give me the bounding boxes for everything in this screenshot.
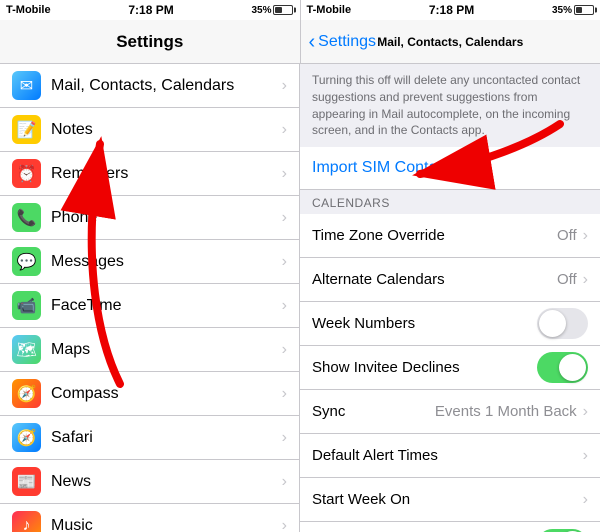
right-nav-title: Mail, Contacts, Calendars	[377, 35, 523, 49]
status-bars: T-Mobile 7:18 PM 35% T-Mobile 7:18 PM 35…	[0, 0, 600, 20]
mail-contacts-icon: ✉	[12, 71, 41, 100]
back-arrow-icon: ‹	[309, 32, 316, 52]
right-battery-icon	[574, 5, 594, 15]
reminders-icon: ⏰	[12, 159, 41, 188]
news-label: News	[51, 473, 282, 491]
safari-chevron: ›	[282, 429, 287, 447]
settings-item-facetime[interactable]: 📹 FaceTime›	[0, 284, 299, 328]
settings-item-phone[interactable]: 📞 Phone›	[0, 196, 299, 240]
settings-item-safari[interactable]: 🧭 Safari›	[0, 416, 299, 460]
left-status-bar: T-Mobile 7:18 PM 35%	[0, 0, 300, 20]
reminders-chevron: ›	[282, 165, 287, 183]
sync-label: Sync	[312, 403, 435, 420]
settings-item-mail-contacts[interactable]: ✉ Mail, Contacts, Calendars›	[0, 64, 299, 108]
week-numbers-toggle-thumb	[539, 310, 566, 337]
right-item-start-week[interactable]: Start Week On›	[300, 478, 600, 522]
right-item-events-found[interactable]: Events Found in Mail	[300, 522, 600, 532]
phone-icon: 📞	[12, 203, 41, 232]
timezone-value: Off	[557, 227, 577, 244]
maps-chevron: ›	[282, 341, 287, 359]
mail-contacts-label: Mail, Contacts, Calendars	[51, 77, 282, 95]
invitee-declines-label: Show Invitee Declines	[312, 359, 537, 376]
left-nav-bar: Settings	[0, 20, 300, 64]
right-item-sync[interactable]: SyncEvents 1 Month Back ›	[300, 390, 600, 434]
right-item-alt-calendars[interactable]: Alternate CalendarsOff ›	[300, 258, 600, 302]
week-numbers-label: Week Numbers	[312, 315, 537, 332]
right-panel: Turning this off will delete any unconta…	[300, 64, 600, 532]
right-item-invitee-declines[interactable]: Show Invitee Declines	[300, 346, 600, 390]
start-week-chevron: ›	[583, 491, 588, 509]
settings-item-messages[interactable]: 💬 Messages›	[0, 240, 299, 284]
default-alert-label: Default Alert Times	[312, 447, 583, 464]
compass-icon: 🧭	[12, 379, 41, 408]
phone-chevron: ›	[282, 209, 287, 227]
left-status-icons: 35%	[251, 5, 293, 16]
notes-chevron: ›	[282, 121, 287, 139]
right-status-bar: T-Mobile 7:18 PM 35%	[300, 0, 600, 20]
settings-item-news[interactable]: 📰 News›	[0, 460, 299, 504]
safari-label: Safari	[51, 429, 282, 447]
calendars-items-list: Time Zone OverrideOff›Alternate Calendar…	[300, 214, 600, 532]
right-carrier: T-Mobile	[307, 4, 352, 16]
music-icon: ♪	[12, 511, 41, 532]
left-time: 7:18 PM	[128, 3, 173, 17]
right-nav-bar: ‹ Settings Mail, Contacts, Calendars	[300, 20, 600, 64]
messages-chevron: ›	[282, 253, 287, 271]
phone-label: Phone	[51, 209, 282, 227]
settings-item-music[interactable]: ♪ Music›	[0, 504, 299, 532]
default-alert-chevron: ›	[583, 447, 588, 465]
right-panel-wrapper: Turning this off will delete any unconta…	[300, 64, 600, 532]
settings-list: ✉Mail, Contacts, Calendars›📝Notes›⏰Remin…	[0, 64, 300, 532]
facetime-chevron: ›	[282, 297, 287, 315]
news-icon: 📰	[12, 467, 41, 496]
import-sim-contacts-link[interactable]: Import SIM Contacts	[300, 147, 600, 190]
right-time: 7:18 PM	[429, 3, 474, 17]
back-button[interactable]: ‹ Settings	[309, 32, 376, 52]
music-label: Music	[51, 517, 282, 532]
invitee-declines-toggle[interactable]	[537, 352, 588, 383]
news-chevron: ›	[282, 473, 287, 491]
nav-bars: Settings ‹ Settings Mail, Contacts, Cale…	[0, 20, 600, 64]
calendars-section-header: CALENDARS	[300, 190, 600, 214]
timezone-chevron: ›	[583, 227, 588, 245]
compass-chevron: ›	[282, 385, 287, 403]
music-chevron: ›	[282, 517, 287, 532]
notes-label: Notes	[51, 121, 282, 139]
settings-item-compass[interactable]: 🧭 Compass›	[0, 372, 299, 416]
mail-contacts-chevron: ›	[282, 77, 287, 95]
back-label: Settings	[318, 33, 376, 51]
safari-icon: 🧭	[12, 423, 41, 452]
right-item-week-numbers[interactable]: Week Numbers	[300, 302, 600, 346]
right-status-icons: 35%	[552, 5, 594, 16]
facetime-label: FaceTime	[51, 297, 282, 315]
invitee-declines-toggle-thumb	[559, 354, 586, 381]
left-panel-wrapper: ✉Mail, Contacts, Calendars›📝Notes›⏰Remin…	[0, 64, 300, 532]
top-description: Turning this off will delete any unconta…	[300, 64, 600, 147]
settings-item-notes[interactable]: 📝 Notes›	[0, 108, 299, 152]
right-item-default-alert[interactable]: Default Alert Times›	[300, 434, 600, 478]
left-battery-icon	[273, 5, 293, 15]
alt-calendars-label: Alternate Calendars	[312, 271, 557, 288]
maps-icon: 🗺	[12, 335, 41, 364]
maps-label: Maps	[51, 341, 282, 359]
timezone-label: Time Zone Override	[312, 227, 557, 244]
left-carrier: T-Mobile	[6, 4, 51, 16]
messages-icon: 💬	[12, 247, 41, 276]
week-numbers-toggle[interactable]	[537, 308, 588, 339]
alt-calendars-chevron: ›	[583, 271, 588, 289]
compass-label: Compass	[51, 385, 282, 403]
start-week-label: Start Week On	[312, 491, 583, 508]
notes-icon: 📝	[12, 115, 41, 144]
left-nav-title: Settings	[116, 32, 183, 52]
alt-calendars-value: Off	[557, 271, 577, 288]
reminders-label: Reminders	[51, 165, 282, 183]
settings-item-reminders[interactable]: ⏰ Reminders›	[0, 152, 299, 196]
settings-item-maps[interactable]: 🗺 Maps›	[0, 328, 299, 372]
right-item-timezone[interactable]: Time Zone OverrideOff ›	[300, 214, 600, 258]
facetime-icon: 📹	[12, 291, 41, 320]
messages-label: Messages	[51, 253, 282, 271]
sync-value: Events 1 Month Back	[435, 403, 577, 420]
sync-chevron: ›	[583, 403, 588, 421]
main-content: ✉Mail, Contacts, Calendars›📝Notes›⏰Remin…	[0, 64, 600, 532]
